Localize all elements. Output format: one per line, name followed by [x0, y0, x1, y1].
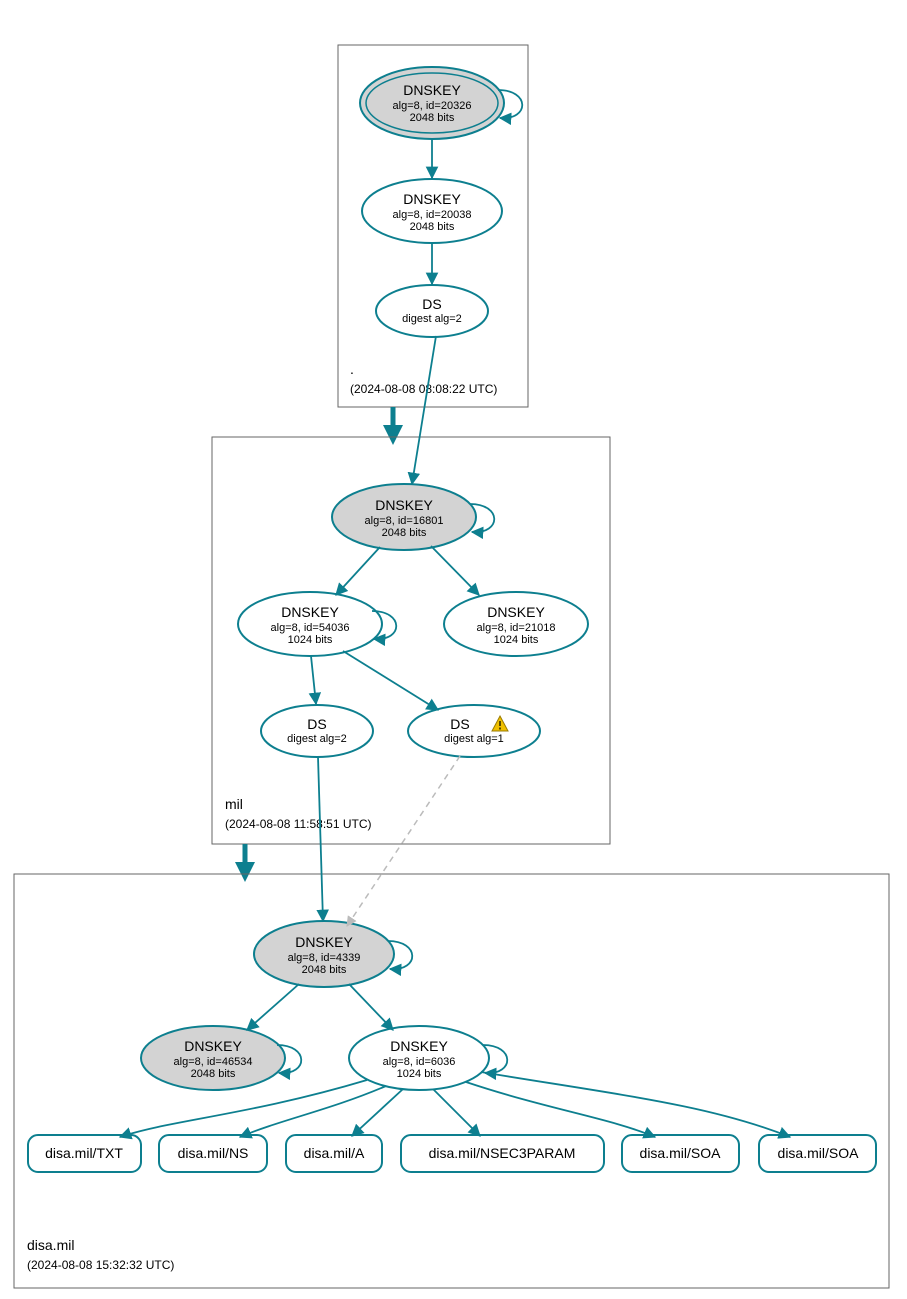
svg-text:1024 bits: 1024 bits: [288, 634, 333, 646]
record-soa1: disa.mil/SOA: [622, 1135, 739, 1172]
svg-text:disa.mil/A: disa.mil/A: [304, 1145, 365, 1161]
svg-text:DNSKEY: DNSKEY: [281, 604, 339, 620]
record-soa2: disa.mil/SOA: [759, 1135, 876, 1172]
svg-text:disa.mil/TXT: disa.mil/TXT: [45, 1145, 123, 1161]
edge-zsk-soa1: [466, 1082, 655, 1137]
edge-zsk-nsec3: [433, 1089, 480, 1136]
edge-disaksk-disazsk: [349, 984, 393, 1030]
svg-text:2048 bits: 2048 bits: [382, 527, 427, 539]
svg-text:disa.mil/NS: disa.mil/NS: [178, 1145, 249, 1161]
svg-text:1024 bits: 1024 bits: [397, 1068, 442, 1080]
svg-text:2048 bits: 2048 bits: [410, 112, 455, 124]
edge-milksk-milzsk1: [336, 547, 380, 595]
svg-text:DS: DS: [450, 716, 469, 732]
svg-text:DNSKEY: DNSKEY: [390, 1038, 448, 1054]
node-mil-zsk2: DNSKEY alg=8, id=21018 1024 bits: [444, 592, 588, 656]
svg-text:disa.mil/NSEC3PARAM: disa.mil/NSEC3PARAM: [429, 1145, 576, 1161]
svg-text:DNSKEY: DNSKEY: [375, 497, 433, 513]
svg-text:digest alg=2: digest alg=2: [402, 313, 462, 325]
svg-text:2048 bits: 2048 bits: [302, 964, 347, 976]
svg-text:digest alg=1: digest alg=1: [444, 733, 504, 745]
svg-text:alg=8, id=20326: alg=8, id=20326: [393, 100, 472, 112]
edge-milds1-disaksk: [318, 757, 323, 921]
zone-root-ts: (2024-08-08 08:08:22 UTC): [350, 382, 497, 396]
zone-disa-label: disa.mil: [27, 1237, 74, 1253]
node-mil-ksk: DNSKEY alg=8, id=16801 2048 bits: [332, 484, 476, 550]
zone-disa-ts: (2024-08-08 15:32:32 UTC): [27, 1258, 174, 1272]
svg-text:DS: DS: [422, 296, 441, 312]
svg-text:2048 bits: 2048 bits: [410, 221, 455, 233]
edge-zsk-ns: [240, 1086, 386, 1137]
edge-milzsk1-milds2: [343, 651, 438, 710]
svg-text:DNSKEY: DNSKEY: [295, 934, 353, 950]
record-txt: disa.mil/TXT: [28, 1135, 141, 1172]
node-disa-ksk: DNSKEY alg=8, id=4339 2048 bits: [254, 921, 394, 987]
svg-text:alg=8, id=20038: alg=8, id=20038: [393, 209, 472, 221]
svg-text:disa.mil/SOA: disa.mil/SOA: [778, 1145, 860, 1161]
svg-text:DNSKEY: DNSKEY: [184, 1038, 242, 1054]
node-root-ds: DS digest alg=2: [376, 285, 488, 337]
zone-root-label: .: [350, 361, 354, 377]
svg-text:DNSKEY: DNSKEY: [403, 191, 461, 207]
node-mil-ds1: DS digest alg=2: [261, 705, 373, 757]
node-disa-zsk: DNSKEY alg=8, id=6036 1024 bits: [349, 1026, 489, 1090]
node-mil-zsk1: DNSKEY alg=8, id=54036 1024 bits: [238, 592, 382, 656]
edge-zsk-txt: [120, 1080, 367, 1137]
dnssec-graph: . (2024-08-08 08:08:22 UTC) DNSKEY alg=8…: [0, 0, 907, 1299]
edge-milksk-milzsk2: [431, 546, 479, 595]
edge-milds2-disaksk: [347, 756, 460, 926]
svg-text:alg=8, id=54036: alg=8, id=54036: [271, 622, 350, 634]
svg-text:alg=8, id=4339: alg=8, id=4339: [288, 952, 361, 964]
node-root-zsk: DNSKEY alg=8, id=20038 2048 bits: [362, 179, 502, 243]
svg-text:DNSKEY: DNSKEY: [487, 604, 545, 620]
node-root-ksk: DNSKEY alg=8, id=20326 2048 bits: [360, 67, 504, 139]
edge-milzsk1-milds1: [311, 656, 316, 704]
edge-rootds-milksk: [412, 336, 436, 484]
zone-mil-ts: (2024-08-08 11:58:51 UTC): [225, 817, 372, 831]
svg-text:disa.mil/SOA: disa.mil/SOA: [640, 1145, 722, 1161]
svg-text:2048 bits: 2048 bits: [191, 1068, 236, 1080]
record-a: disa.mil/A: [286, 1135, 382, 1172]
svg-text:alg=8, id=21018: alg=8, id=21018: [477, 622, 556, 634]
record-ns: disa.mil/NS: [159, 1135, 267, 1172]
svg-text:digest alg=2: digest alg=2: [287, 733, 347, 745]
svg-text:alg=8, id=6036: alg=8, id=6036: [383, 1056, 456, 1068]
svg-text:DNSKEY: DNSKEY: [403, 82, 461, 98]
record-nsec3: disa.mil/NSEC3PARAM: [401, 1135, 604, 1172]
node-disa-key2: DNSKEY alg=8, id=46534 2048 bits: [141, 1026, 285, 1090]
edge-disaksk-disakey2: [247, 984, 299, 1030]
node-mil-ds2: DS digest alg=1: [408, 705, 540, 757]
svg-text:alg=8, id=16801: alg=8, id=16801: [365, 515, 444, 527]
zone-mil-label: mil: [225, 796, 243, 812]
svg-text:1024 bits: 1024 bits: [494, 634, 539, 646]
svg-text:alg=8, id=46534: alg=8, id=46534: [174, 1056, 253, 1068]
edge-zsk-soa2: [481, 1072, 790, 1137]
svg-text:DS: DS: [307, 716, 326, 732]
